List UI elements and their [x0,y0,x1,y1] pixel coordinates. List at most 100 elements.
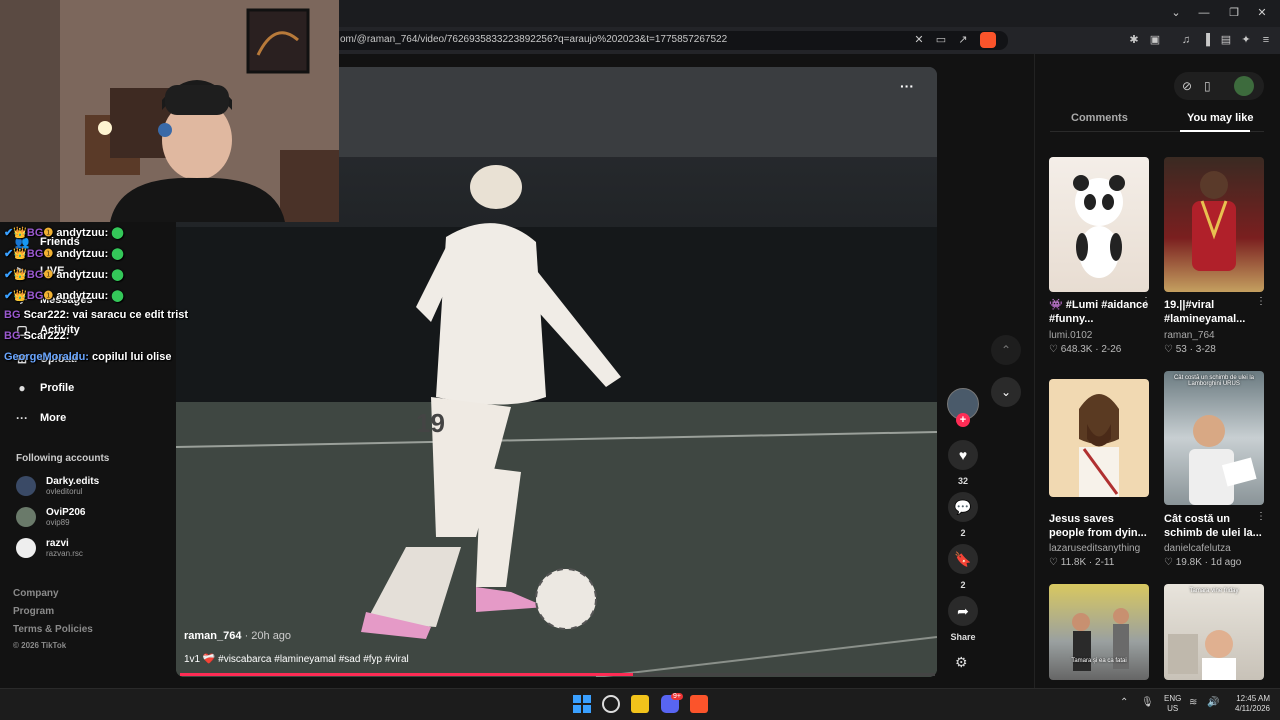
video-thumbnail[interactable] [1049,157,1149,292]
avatar [16,538,36,558]
video-author[interactable]: raman_764 · 20h ago [184,630,291,642]
sidebar-item-profile[interactable]: ● Profile [14,376,74,400]
chat-user: andytzuu: [56,248,109,260]
chat-user: Scar222: [23,330,70,342]
card-author[interactable]: raman_764 [1164,330,1215,341]
following-account[interactable]: razvi razvan.rsc [16,538,83,558]
thumbnail-text: Tamara și ea ca fatai [1071,658,1127,664]
chat-user: andytzuu: [56,269,109,281]
volume-icon[interactable]: 🔊 [1207,697,1219,708]
share-icon[interactable]: ↗ [955,32,971,48]
comment-action[interactable]: 💬 2 [948,492,978,538]
phone-icon[interactable]: ▯ [1204,79,1211,93]
prev-video-button[interactable]: ⌃ [991,335,1021,365]
cast-icon[interactable]: ▭ [933,32,949,48]
language: ENG [1164,694,1182,703]
video-thumbnail[interactable]: Tamara vine friday [1164,584,1264,680]
address-bar[interactable]: om/@raman_764/video/7626935833223892256?… [300,31,1008,50]
card-title[interactable]: Jesus saves people from dyin... [1049,512,1149,540]
windows-start-icon[interactable] [573,695,591,713]
card-meta: ♡ 53 · 3-28 [1164,344,1216,355]
video-thumbnail[interactable]: Cât costă un schimb de ulei la Lamborghi… [1164,371,1264,505]
like-action[interactable]: ♥ 32 [948,440,978,486]
brave-icon[interactable] [690,695,708,713]
chat-message: BG Scar222: vai saracu ce edit trist [4,309,189,321]
jesus-cartoon-image [1079,394,1119,497]
card-title[interactable]: Cât costă un schimb de ulei la... [1164,512,1264,540]
account-name: razvi [46,538,69,549]
video-thumbnail[interactable] [1164,157,1264,292]
crypto-wallet-icon[interactable]: ▤ [1218,32,1234,48]
comment-icon[interactable]: 💬 [948,492,978,522]
video-thumbnail[interactable] [1049,379,1149,497]
user-avatar[interactable] [1234,76,1254,96]
sidebar-icon[interactable]: ▐ [1198,32,1214,48]
heart-icon[interactable]: ♥ [948,440,978,470]
brave-shield-icon[interactable] [980,32,996,48]
save-action[interactable]: 🔖 2 [948,544,978,590]
following-account[interactable]: OviP206 ovip89 [16,507,85,527]
tab-comments[interactable]: Comments [1071,112,1128,124]
compass-icon[interactable]: ⊘ [1182,79,1192,93]
restore-button[interactable]: ❐ [1224,5,1244,21]
share-label: Share [950,632,976,642]
card-title[interactable]: 👾 #Lumi #aidance #funny... [1049,298,1149,326]
video-thumbnail[interactable]: Tamara și ea ca fatai [1049,584,1149,680]
avatar [16,507,36,527]
wifi-icon[interactable]: ≋ [1189,697,1197,708]
card-more-icon[interactable]: ⋮ [1256,296,1266,307]
tab-you-may-like[interactable]: You may like [1187,112,1253,124]
footer-copyright: © 2026 TikTok [13,641,67,650]
card-more-icon[interactable]: ⋮ [1256,511,1266,522]
mute-icon[interactable]: ✕ [911,32,927,48]
clock[interactable]: 12:45 AM 4/11/2026 [1228,694,1270,714]
close-button[interactable]: ✕ [1252,5,1272,21]
media-icon[interactable]: ♫ [1178,32,1194,48]
wallet-icon[interactable]: ▣ [1147,32,1163,48]
card-author[interactable]: lazaruseditsanything [1049,543,1140,554]
following-account[interactable]: Darky.edits ovleditorul [16,476,99,496]
duet-icon[interactable]: ⚙ [955,654,968,671]
follow-plus-icon[interactable]: + [956,413,970,427]
extensions-icon[interactable]: ✱ [1126,32,1142,48]
card-author[interactable]: lumi.0102 [1049,330,1092,341]
card-more-icon[interactable]: ⋮ [1141,296,1151,307]
card-author[interactable]: danielcafelutza [1164,543,1231,554]
account-name: Darky.edits [46,476,100,487]
comment-count: 2 [960,528,966,538]
menu-icon[interactable]: ≡ [1258,32,1274,48]
card-meta: ♡ 648.3K · 2-26 [1049,344,1122,355]
sidebar-item-more[interactable]: ··· More [14,406,66,430]
account-handle: ovleditorul [46,487,83,496]
footer-company[interactable]: Company [13,588,59,599]
date: 4/11/2026 [1235,704,1270,713]
leo-icon[interactable]: ✦ [1238,32,1254,48]
following-title: Following accounts [16,453,110,464]
share-arrow-icon[interactable]: ➦ [948,596,978,626]
footer-program[interactable]: Program [13,606,54,617]
active-tab-indicator [1180,130,1250,132]
tray-chevron-icon[interactable]: ⌃ [1120,697,1128,708]
microphone-icon[interactable]: 🎙 [1141,697,1154,708]
share-action[interactable]: ➦ Share [948,596,978,642]
language-indicator[interactable]: ENG US [1164,694,1181,714]
chat-user: andytzuu: [56,227,109,239]
people-store-image [1072,608,1129,671]
chat-message: ✔👑BG❶ andytzuu: ⬤ [4,227,124,239]
chat-message: ✔👑BG❶ andytzuu: ⬤ [4,269,124,281]
card-title[interactable]: 19.||#viral #lamineyamal... [1164,298,1264,326]
account-handle: ovip89 [46,518,70,527]
tab-search-icon[interactable]: ⌄ [1166,5,1186,21]
obs-icon[interactable] [602,695,620,713]
app-icon[interactable] [631,695,649,713]
video-caption: 1v1 ❤️‍🩹 #viscabarca #lamineyamal #sad #… [184,654,409,665]
author-name[interactable]: raman_764 [184,630,242,642]
time: 12:45 AM [1236,694,1270,703]
video-more-button[interactable]: ··· [900,78,914,94]
minimize-button[interactable]: — [1194,5,1214,21]
bookmark-icon[interactable]: 🔖 [948,544,978,574]
next-video-button[interactable]: ⌄ [991,377,1021,407]
thumbnail-text: Cât costă un schimb de ulei la Lamborghi… [1173,375,1255,387]
footer-terms[interactable]: Terms & Policies [13,624,93,635]
more-icon: ··· [16,411,28,425]
